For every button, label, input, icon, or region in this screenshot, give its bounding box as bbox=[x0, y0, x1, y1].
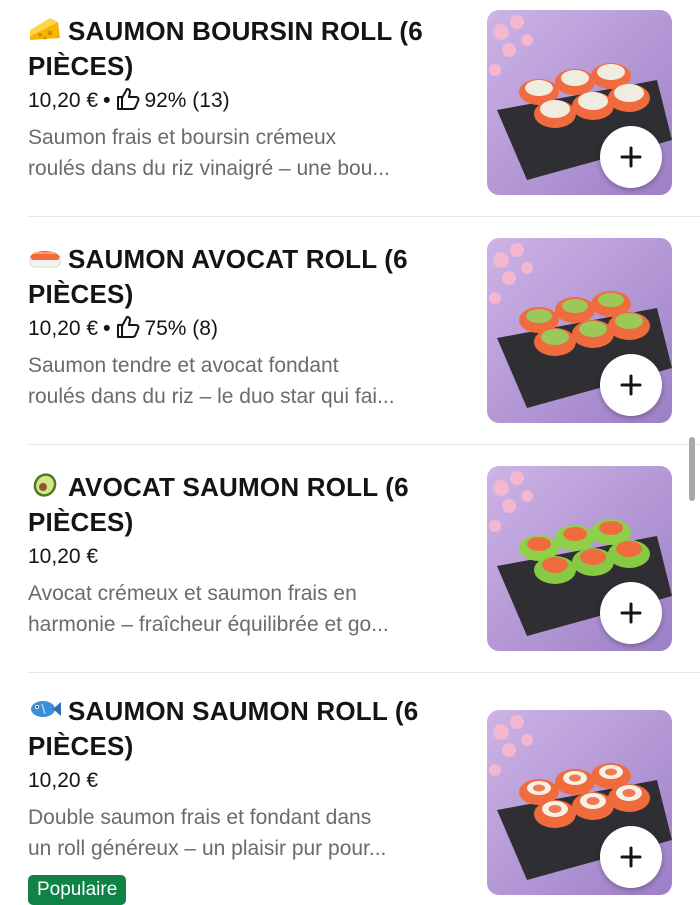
menu-item-meta: 10,20 € • 75% (8) bbox=[28, 314, 468, 344]
popular-badge: Populaire bbox=[28, 875, 127, 905]
fish-icon bbox=[31, 701, 61, 717]
description-line: harmonie – fraîcheur équilibrée et go... bbox=[28, 613, 389, 636]
description-line: Avocat crémeux et saumon frais en bbox=[28, 582, 357, 605]
scrollbar-thumb[interactable] bbox=[689, 437, 695, 501]
add-button[interactable] bbox=[600, 354, 662, 416]
separator-dot: • bbox=[103, 89, 111, 112]
menu-item-title-line1: SAUMON AVOCAT ROLL (6 bbox=[68, 244, 408, 274]
menu-item-description: Double saumon frais et fondant dans un r… bbox=[28, 802, 468, 864]
separator-dot: • bbox=[103, 317, 111, 340]
menu-item-title-line2: PIÈCES) bbox=[28, 731, 134, 761]
menu-item[interactable]: SAUMON BOURSIN ROLL (6 PIÈCES) 10,20 € • 9… bbox=[0, 0, 700, 228]
plus-icon bbox=[620, 846, 642, 868]
menu-item[interactable]: SAUMON SAUMON ROLL (6 PIÈCES) 10,20 € Do… bbox=[0, 680, 700, 900]
menu-item-title-line2: PIÈCES) bbox=[28, 507, 134, 537]
menu-item-description: Avocat crémeux et saumon frais en harmon… bbox=[28, 578, 468, 640]
menu-item-meta: 10,20 € • 92% (13) bbox=[28, 86, 468, 116]
price: 10,20 € bbox=[28, 89, 99, 112]
menu-item-title-line2: PIÈCES) bbox=[28, 51, 134, 81]
menu-item-meta: 10,20 € bbox=[28, 766, 468, 796]
price: 10,20 € bbox=[28, 317, 99, 340]
menu-item-title: SAUMON AVOCAT ROLL (6 PIÈCES) bbox=[28, 242, 468, 312]
rating: 92% (13) bbox=[144, 89, 230, 112]
description-line: Saumon tendre et avocat fondant bbox=[28, 354, 339, 377]
menu-item-title-line1: SAUMON BOURSIN ROLL (6 bbox=[68, 16, 423, 46]
menu-item-title-line1: SAUMON SAUMON ROLL (6 bbox=[68, 696, 419, 726]
plus-icon bbox=[620, 374, 642, 396]
menu-item-title: SAUMON BOURSIN ROLL (6 PIÈCES) bbox=[28, 14, 468, 84]
plus-icon bbox=[620, 146, 642, 168]
description-line: Saumon frais et boursin crémeux bbox=[28, 126, 337, 149]
menu-item-text: AVOCAT SAUMON ROLL (6 PIÈCES) 10,20 € Av… bbox=[28, 470, 468, 640]
plus-icon bbox=[620, 602, 642, 624]
description-line: Double saumon frais et fondant dans bbox=[28, 806, 372, 829]
price: 10,20 € bbox=[28, 769, 99, 792]
cheese-icon bbox=[30, 18, 60, 40]
thumbs-up-icon bbox=[117, 88, 140, 110]
description-line: un roll généreux – un plaisir pur pour..… bbox=[28, 837, 387, 860]
description-line: roulés dans du riz vinaigré – une bou... bbox=[28, 157, 390, 180]
thumbs-up-icon bbox=[117, 316, 140, 338]
add-button[interactable] bbox=[600, 582, 662, 644]
menu-item[interactable]: AVOCAT SAUMON ROLL (6 PIÈCES) 10,20 € Av… bbox=[0, 456, 700, 684]
menu-item-title: AVOCAT SAUMON ROLL (6 PIÈCES) bbox=[28, 470, 468, 540]
menu-item-title-line1: AVOCAT SAUMON ROLL (6 bbox=[68, 472, 409, 502]
menu-item-title-line2: PIÈCES) bbox=[28, 279, 134, 309]
item-divider bbox=[28, 216, 700, 217]
menu-item-meta: 10,20 € bbox=[28, 542, 468, 572]
menu-item-text: SAUMON BOURSIN ROLL (6 PIÈCES) 10,20 € • 9… bbox=[28, 14, 468, 184]
add-button[interactable] bbox=[600, 126, 662, 188]
price: 10,20 € bbox=[28, 545, 99, 568]
menu-item-description: Saumon frais et boursin crémeux roulés d… bbox=[28, 122, 468, 184]
menu-item-description: Saumon tendre et avocat fondant roulés d… bbox=[28, 350, 468, 412]
menu-item-title: SAUMON SAUMON ROLL (6 PIÈCES) bbox=[28, 694, 468, 764]
item-divider bbox=[28, 444, 700, 445]
item-divider bbox=[28, 672, 700, 673]
sushi-icon bbox=[29, 251, 61, 268]
avocado-icon bbox=[33, 473, 57, 497]
menu-item-text: SAUMON AVOCAT ROLL (6 PIÈCES) 10,20 € • 75… bbox=[28, 242, 468, 412]
add-button[interactable] bbox=[600, 826, 662, 888]
menu-item[interactable]: SAUMON AVOCAT ROLL (6 PIÈCES) 10,20 € • 75… bbox=[0, 228, 700, 456]
description-line: roulés dans du riz – le duo star qui fai… bbox=[28, 385, 395, 408]
rating: 75% (8) bbox=[144, 317, 218, 340]
menu-item-text: SAUMON SAUMON ROLL (6 PIÈCES) 10,20 € Do… bbox=[28, 694, 468, 864]
